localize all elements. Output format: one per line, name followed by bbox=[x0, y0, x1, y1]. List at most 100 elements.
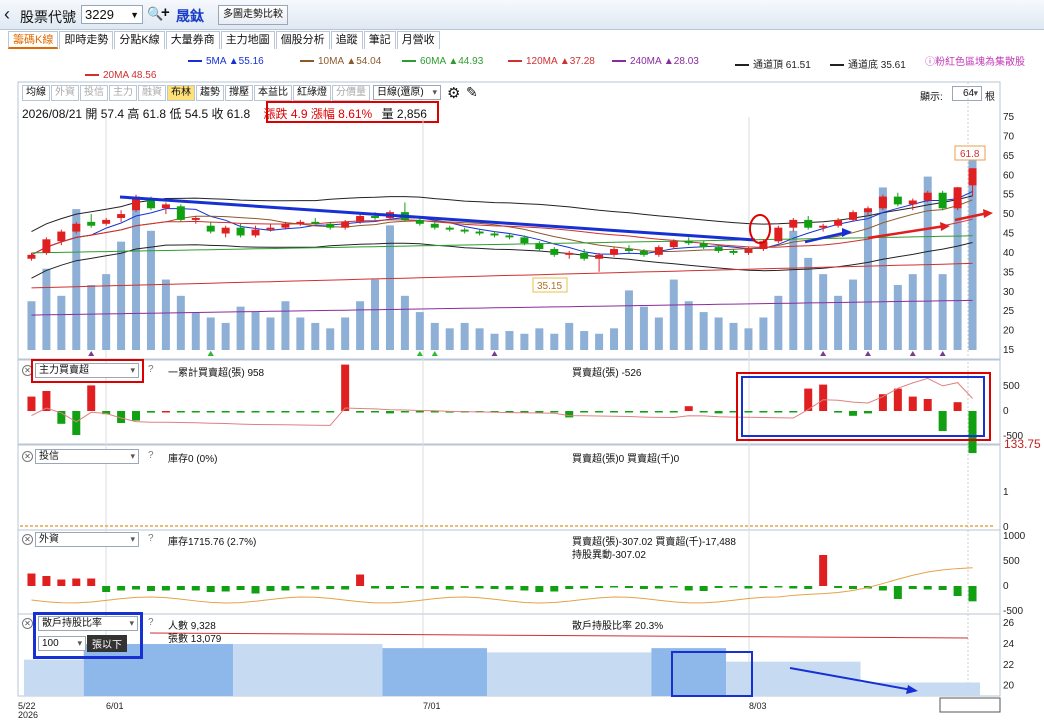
help-icon[interactable]: ? bbox=[148, 364, 154, 375]
mf-bar bbox=[27, 396, 36, 411]
candle-body bbox=[968, 168, 977, 186]
stock-chart[interactable]: 75 70 65 60 55 50 45 40 35 30 25 20 15 61.8 35.15 500 0 -… bbox=[0, 0, 1044, 720]
foreign-bar bbox=[266, 586, 275, 591]
volume-bar bbox=[819, 274, 828, 350]
volume-bar bbox=[430, 322, 439, 350]
candle-body bbox=[266, 227, 275, 230]
foreign-bar bbox=[117, 586, 126, 591]
candle-body bbox=[595, 254, 604, 259]
volume-bar bbox=[27, 301, 36, 350]
volume-bar bbox=[834, 295, 843, 350]
price-tick: 70 bbox=[1003, 131, 1015, 142]
mf-bar bbox=[132, 411, 141, 421]
foreign-bar bbox=[400, 586, 409, 588]
mf-bar bbox=[893, 388, 902, 411]
foreign-bar bbox=[445, 586, 454, 590]
candle-body bbox=[714, 247, 723, 251]
close-panel-icon[interactable]: ✕ bbox=[22, 451, 33, 462]
candle-body bbox=[42, 239, 51, 253]
mf-bar bbox=[400, 411, 409, 413]
help-icon[interactable]: ? bbox=[148, 617, 154, 628]
foreign-bar bbox=[908, 586, 917, 589]
trust-select[interactable]: 投信 bbox=[35, 449, 139, 464]
volume-bar bbox=[87, 284, 96, 350]
trust-panel-frame bbox=[17, 444, 1001, 531]
mf-bar bbox=[221, 411, 230, 413]
mf-bar bbox=[311, 411, 320, 413]
candle-body bbox=[863, 208, 872, 213]
help-icon[interactable]: ? bbox=[148, 450, 154, 461]
price-tick: 15 bbox=[1003, 345, 1015, 356]
volume-bar bbox=[42, 268, 51, 350]
candle-body bbox=[789, 219, 798, 228]
foreign-bar bbox=[759, 586, 768, 588]
mf-cum-line bbox=[31, 377, 973, 426]
high-price-label: 61.8 bbox=[960, 149, 980, 160]
price-tick: 55 bbox=[1003, 190, 1015, 201]
candle-body bbox=[505, 235, 514, 238]
foreign-select[interactable]: 外資 bbox=[35, 532, 139, 547]
candle-body bbox=[893, 196, 902, 205]
candle-body bbox=[804, 219, 813, 228]
mf-bar bbox=[714, 411, 723, 414]
red-arrowhead bbox=[983, 209, 993, 218]
volume-bar bbox=[206, 317, 215, 350]
holder-area bbox=[651, 648, 727, 696]
volume-bar bbox=[57, 295, 66, 350]
foreign-bar bbox=[744, 586, 753, 589]
mf-bar bbox=[326, 411, 335, 413]
mf-bar bbox=[684, 406, 693, 411]
mf-red-highlight bbox=[736, 372, 991, 441]
foreign-bar bbox=[87, 578, 96, 586]
foreign-bar bbox=[146, 586, 155, 591]
price-tick: 25 bbox=[1003, 306, 1015, 317]
mf-bar bbox=[834, 411, 843, 413]
mf-bar bbox=[819, 384, 828, 411]
trend-line-annotation bbox=[119, 195, 756, 242]
candle-body bbox=[849, 212, 858, 220]
volume-bar bbox=[893, 284, 902, 350]
ma10-line bbox=[31, 199, 973, 256]
volume-bar bbox=[610, 328, 619, 350]
foreign-bar bbox=[729, 586, 738, 588]
ma120-line bbox=[31, 262, 973, 289]
candle-body bbox=[923, 192, 932, 201]
close-panel-icon[interactable]: ✕ bbox=[22, 534, 33, 545]
foreign-bar bbox=[953, 586, 962, 596]
mf-tick: 0 bbox=[1003, 406, 1009, 417]
price-tick: 20 bbox=[1003, 326, 1015, 337]
foreign-bar bbox=[610, 586, 619, 588]
candle-body bbox=[938, 192, 947, 209]
candle-body bbox=[415, 219, 424, 224]
help-icon[interactable]: ? bbox=[148, 533, 154, 544]
candle-body bbox=[490, 233, 499, 236]
foreign-bar bbox=[923, 586, 932, 590]
year-label: 2026 bbox=[18, 710, 38, 720]
volume-bar bbox=[804, 257, 813, 350]
volume-bar bbox=[699, 312, 708, 350]
foreign-tick: -500 bbox=[1003, 606, 1023, 617]
foreign-bar bbox=[639, 586, 648, 589]
foreign-bar bbox=[475, 586, 484, 589]
foreign-bar bbox=[27, 573, 36, 586]
mf-bar bbox=[908, 396, 917, 411]
price-tick: 30 bbox=[1003, 287, 1015, 298]
candle-body bbox=[445, 227, 454, 230]
foreign-inv-label: 庫存1715.76 (2.7%) bbox=[168, 537, 257, 548]
close-panel-icon[interactable]: ✕ bbox=[22, 618, 33, 629]
volume-bar bbox=[341, 317, 350, 350]
candle-body bbox=[550, 249, 559, 255]
volume-bar bbox=[938, 274, 947, 350]
volume-bar bbox=[669, 279, 678, 350]
mf-bar bbox=[774, 411, 783, 413]
event-marker bbox=[416, 351, 423, 356]
holder-area bbox=[487, 652, 652, 696]
ma240-line bbox=[31, 299, 973, 316]
candle-body bbox=[878, 196, 887, 209]
price-tick: 60 bbox=[1003, 170, 1015, 181]
candle-body bbox=[460, 229, 469, 232]
mf-bar bbox=[146, 411, 155, 413]
price-tick: 65 bbox=[1003, 151, 1015, 162]
foreign-bar bbox=[430, 586, 439, 589]
candle-body bbox=[639, 250, 648, 255]
